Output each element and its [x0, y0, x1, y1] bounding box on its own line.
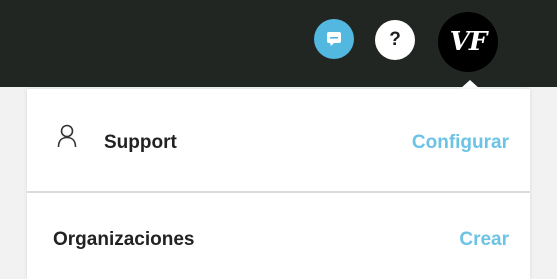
avatar[interactable]: VF [438, 12, 498, 72]
dropdown-caret [460, 80, 480, 89]
configurar-link[interactable]: Configurar [412, 132, 509, 154]
user-dropdown-menu: Support Configurar Organizaciones Crear [27, 89, 530, 279]
support-label: Support [104, 132, 177, 153]
crear-link[interactable]: Crear [459, 229, 509, 251]
menu-row-organizations: Organizaciones Crear [27, 193, 530, 279]
user-icon [57, 124, 77, 148]
top-bar: ? VF [0, 0, 557, 87]
help-button[interactable]: ? [375, 20, 415, 60]
organizations-label: Organizaciones [53, 229, 195, 250]
menu-row-support: Support Configurar [27, 89, 530, 193]
avatar-initials: VF [449, 27, 488, 57]
chat-button[interactable] [314, 19, 354, 59]
help-label: ? [389, 29, 401, 50]
chat-icon [327, 32, 341, 46]
